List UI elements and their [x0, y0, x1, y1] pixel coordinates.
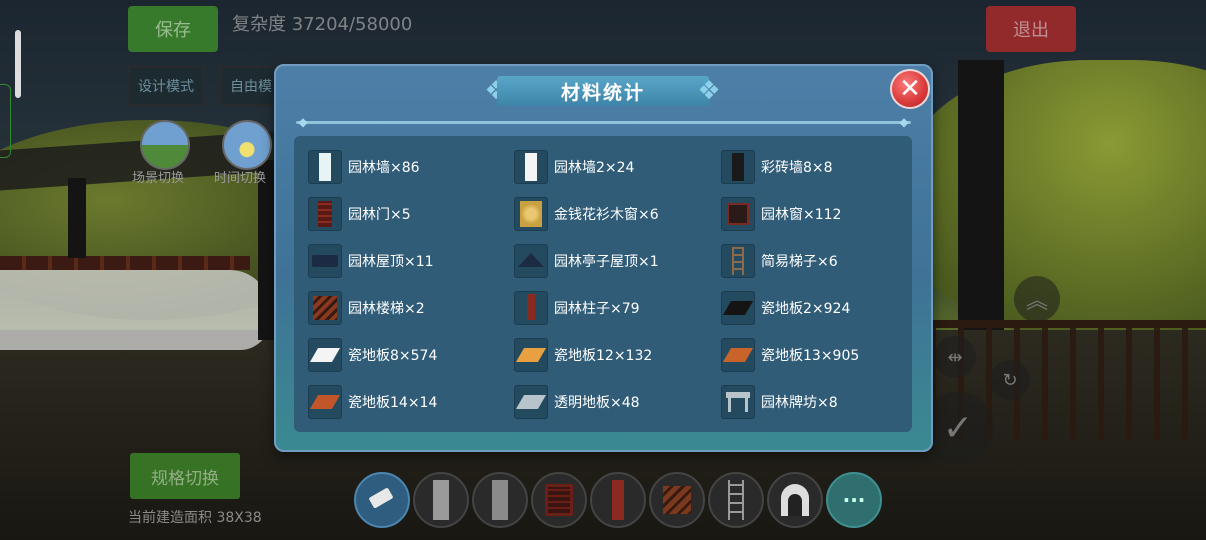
material-label: 金钱花衫木窗×6 — [554, 207, 659, 223]
material-label: 彩砖墙8×8 — [761, 160, 833, 176]
archway-icon — [721, 385, 755, 419]
fence-left — [0, 256, 250, 270]
stairs-icon — [308, 291, 342, 325]
close-button[interactable]: ✕ — [890, 69, 930, 109]
dialog-title: 材料统计 — [497, 76, 709, 106]
mirror-icon[interactable]: ⇹ — [934, 336, 976, 378]
material-label: 瓷地板2×924 — [761, 301, 851, 317]
material-item: 园林屋顶×11 — [308, 244, 434, 278]
build-area-label: 当前建造面积 38X38 — [128, 510, 262, 526]
window-icon[interactable] — [531, 472, 587, 528]
material-stats-dialog: ❖ 材料统计 ❖ ✕ ◆ ◆ 园林墙×86 园林墙2×24 彩砖墙8×8 园林门… — [274, 64, 933, 452]
spec-switch-button[interactable]: 规格切换 — [130, 453, 240, 499]
material-item: 瓷地板2×924 — [721, 291, 850, 325]
tile-floor-13-icon — [721, 338, 755, 372]
garden-door-icon — [308, 197, 342, 231]
more-icon: ··· — [842, 488, 866, 512]
scroll-handle[interactable] — [15, 30, 21, 98]
material-label: 园林墙2×24 — [554, 160, 635, 176]
tile-floor-8-icon — [308, 338, 342, 372]
garden-wall-icon — [308, 150, 342, 184]
material-item: 瓷地板13×905 — [721, 338, 859, 372]
material-label: 透明地板×48 — [554, 395, 640, 411]
wall-icon[interactable] — [413, 472, 469, 528]
materials-panel: 园林墙×86 园林墙2×24 彩砖墙8×8 园林门×5 金钱花衫木窗×6 园林窗… — [294, 136, 912, 432]
material-item: 金钱花衫木窗×6 — [514, 197, 659, 231]
material-label: 园林墙×86 — [348, 160, 420, 176]
divider-ornament-icon: ◆ — [899, 115, 909, 129]
snow-patch — [0, 270, 270, 350]
material-item: 园林墙2×24 — [514, 150, 634, 184]
design-mode-button[interactable]: 设计模式 — [128, 66, 204, 106]
title-divider — [296, 121, 911, 124]
ladder-icon[interactable] — [708, 472, 764, 528]
material-label: 园林门×5 — [348, 207, 411, 223]
time-switch-icon[interactable] — [222, 120, 272, 170]
material-item: 园林牌坊×8 — [721, 385, 838, 419]
material-item: 园林窗×112 — [721, 197, 841, 231]
rotate-icon[interactable]: ↻ — [990, 360, 1030, 400]
wooden-window-icon — [514, 197, 548, 231]
material-label: 园林楼梯×2 — [348, 301, 425, 317]
material-item: 瓷地板8×574 — [308, 338, 437, 372]
exit-button[interactable]: 退出 — [986, 6, 1076, 52]
garden-roof-icon — [308, 244, 342, 278]
pavilion-roof-icon — [514, 244, 548, 278]
pillar — [958, 60, 1004, 330]
material-label: 园林亭子屋顶×1 — [554, 254, 659, 270]
material-item: 彩砖墙8×8 — [721, 150, 833, 184]
material-label: 瓷地板12×132 — [554, 348, 653, 364]
complexity-counter: 复杂度 37204/58000 — [232, 14, 413, 35]
transparent-floor-icon — [514, 385, 548, 419]
wall-2-icon[interactable] — [472, 472, 528, 528]
side-drawer-tab[interactable] — [0, 84, 11, 158]
material-item: 园林亭子屋顶×1 — [514, 244, 659, 278]
scene-switch-icon[interactable] — [140, 120, 190, 170]
material-item: 简易梯子×6 — [721, 244, 838, 278]
material-item: 瓷地板12×132 — [514, 338, 652, 372]
material-label: 瓷地板14×14 — [348, 395, 438, 411]
material-item: 园林楼梯×2 — [308, 291, 425, 325]
garden-wall-2-icon — [514, 150, 548, 184]
title-ornament-right-icon: ❖ — [697, 76, 721, 106]
colored-brick-wall-icon — [721, 150, 755, 184]
material-label: 园林牌坊×8 — [761, 395, 838, 411]
pillar-icon — [514, 291, 548, 325]
tile-floor-12-icon — [514, 338, 548, 372]
divider-ornament-icon: ◆ — [298, 115, 308, 129]
material-item: 园林门×5 — [308, 197, 411, 231]
scene-switch-label: 场景切换 — [132, 171, 185, 186]
save-button[interactable]: 保存 — [128, 6, 218, 52]
material-label: 简易梯子×6 — [761, 254, 838, 270]
material-label: 园林窗×112 — [761, 207, 842, 223]
garden-window-icon — [721, 197, 755, 231]
ladder-icon — [721, 244, 755, 278]
tile-floor-14-icon — [308, 385, 342, 419]
material-label: 园林屋顶×11 — [348, 254, 434, 270]
close-icon: ✕ — [899, 74, 921, 104]
time-switch-label: 时间切换 — [214, 171, 267, 186]
material-item: 瓷地板14×14 — [308, 385, 437, 419]
raise-up-icon[interactable]: ︽ — [1014, 276, 1060, 322]
free-mode-button[interactable]: 自由模 — [220, 66, 282, 106]
material-item: 园林墙×86 — [308, 150, 420, 184]
build-toolbar: ··· — [354, 472, 882, 528]
material-item: 园林柱子×79 — [514, 291, 640, 325]
material-label: 瓷地板13×905 — [761, 348, 860, 364]
eraser-icon[interactable] — [354, 472, 410, 528]
material-label: 园林柱子×79 — [554, 301, 640, 317]
stairs-icon[interactable] — [649, 472, 705, 528]
more-button[interactable]: ··· — [826, 472, 882, 528]
pillar — [68, 178, 86, 258]
material-label: 瓷地板8×574 — [348, 348, 438, 364]
pillar-icon[interactable] — [590, 472, 646, 528]
material-item: 透明地板×48 — [514, 385, 640, 419]
arch-door-icon[interactable] — [767, 472, 823, 528]
tile-floor-2-icon — [721, 291, 755, 325]
